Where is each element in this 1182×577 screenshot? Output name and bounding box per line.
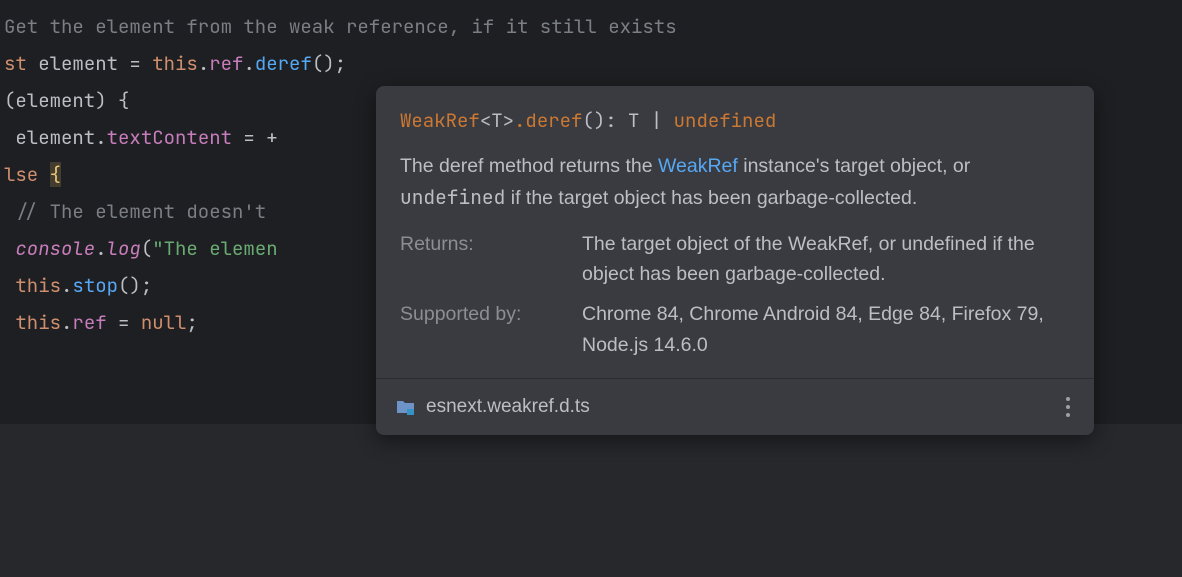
supported-by-value: Chrome 84, Chrome Android 84, Edge 84, F… <box>582 299 1070 359</box>
highlighted-brace: { <box>50 162 61 187</box>
file-icon <box>396 399 416 415</box>
documentation-popup: WeakRef<T>.deref(): T | undefined The de… <box>376 86 1094 435</box>
code-comment: Get the element from the weak reference,… <box>4 14 677 39</box>
more-options-button[interactable] <box>1056 391 1080 423</box>
doc-footer: esnext.weakref.d.ts <box>376 378 1094 435</box>
returns-value: The target object of the WeakRef, or und… <box>582 229 1070 289</box>
description: The deref method returns the WeakRef ins… <box>376 151 1094 228</box>
returns-label: Returns: <box>400 229 576 289</box>
details-grid: Returns: The target object of the WeakRe… <box>376 229 1094 378</box>
signature-line: WeakRef<T>.deref(): T | undefined <box>376 106 1094 151</box>
source-file-link[interactable]: esnext.weakref.d.ts <box>426 392 590 421</box>
weakref-link[interactable]: WeakRef <box>658 155 738 177</box>
code-line: Get the element from the weak reference,… <box>0 8 1182 45</box>
code-line: st element = this.ref.deref(); <box>0 45 1182 82</box>
supported-by-label: Supported by: <box>400 299 576 359</box>
